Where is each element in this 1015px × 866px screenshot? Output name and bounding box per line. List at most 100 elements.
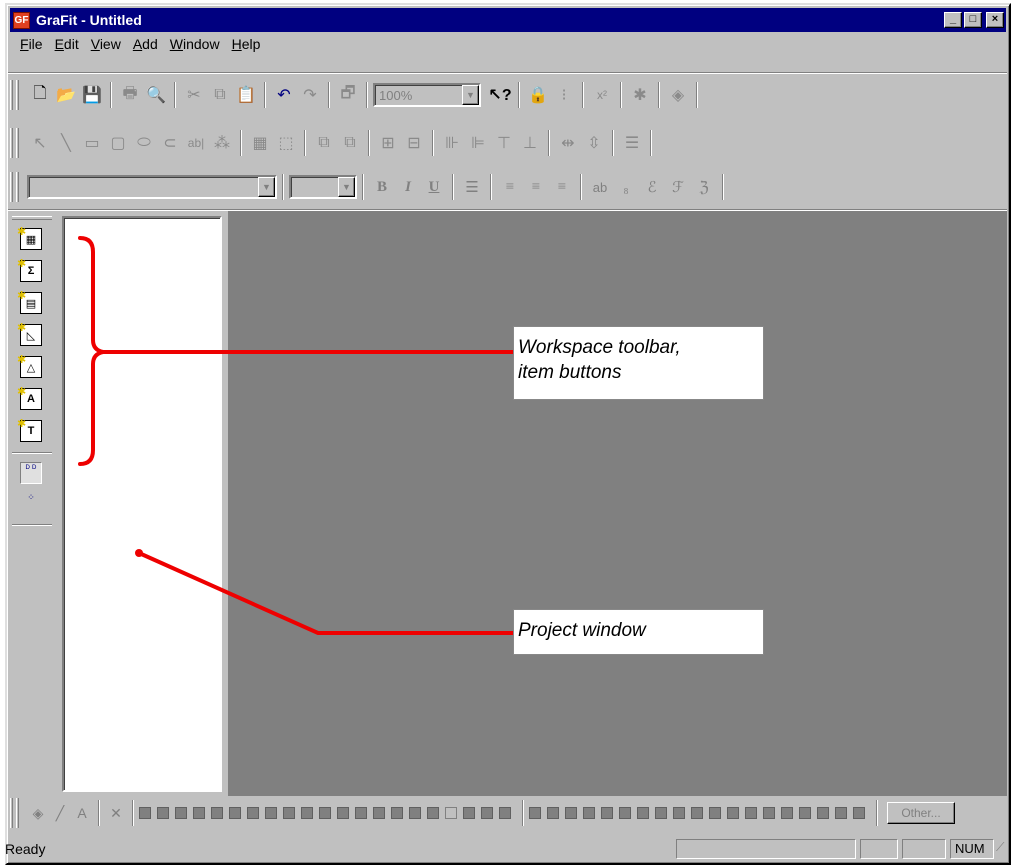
underline-button[interactable]: U — [421, 174, 447, 200]
mdi-client-area[interactable] — [228, 211, 1007, 796]
palette-grip[interactable] — [16, 798, 19, 828]
color-swatch[interactable] — [709, 807, 721, 819]
color-swatch[interactable] — [673, 807, 685, 819]
title-bar[interactable]: GF GraFit - Untitled _ □ × — [10, 8, 1006, 32]
open-icon[interactable]: 📂 — [53, 82, 79, 108]
frame-icon[interactable]: ⬚ — [273, 130, 299, 156]
properties-icon[interactable]: 🗗 — [335, 82, 361, 108]
maximize-button[interactable]: □ — [964, 12, 982, 28]
distribute-vertical-icon[interactable]: ⇳ — [581, 130, 607, 156]
chevron-down-icon[interactable]: ▼ — [338, 177, 355, 197]
minimize-button[interactable]: _ — [944, 12, 962, 28]
magic-icon[interactable]: ⁂ — [209, 130, 235, 156]
color-swatch[interactable] — [727, 807, 739, 819]
app-icon[interactable]: GF — [13, 11, 30, 29]
bring-front-icon[interactable]: ⧉ — [311, 130, 337, 156]
toolbar-grip[interactable] — [16, 80, 19, 110]
toolbar-grip[interactable] — [16, 128, 19, 158]
menu-help[interactable]: Help — [226, 36, 267, 52]
color-swatch[interactable] — [229, 807, 241, 819]
color-swatch[interactable] — [655, 807, 667, 819]
color-swatch[interactable] — [601, 807, 613, 819]
add-fit-icon[interactable]: ✱ △ — [17, 354, 42, 378]
color-swatch[interactable] — [835, 807, 847, 819]
align-left-icon[interactable]: ⊪ — [439, 130, 465, 156]
color-swatch[interactable] — [817, 807, 829, 819]
color-swatch[interactable] — [691, 807, 703, 819]
chevron-down-icon[interactable]: ▼ — [462, 85, 479, 105]
project-window[interactable] — [62, 216, 222, 792]
add-data-table-icon[interactable]: ✱ ▦ — [17, 226, 42, 250]
toolbar-grip[interactable] — [10, 128, 13, 158]
symbol-two-icon[interactable]: ℱ — [665, 174, 691, 200]
print-icon[interactable]: 🖶 — [117, 82, 143, 108]
add-graph-icon[interactable]: ✱ ◺ — [17, 322, 42, 346]
font-name-combo[interactable]: ▼ — [27, 175, 277, 199]
font-size-combo[interactable]: ▼ — [289, 175, 357, 199]
color-swatch[interactable] — [529, 807, 541, 819]
color-swatch[interactable] — [301, 807, 313, 819]
grid-icon[interactable]: ▦ — [247, 130, 273, 156]
context-help-icon[interactable]: ↖? — [487, 82, 513, 108]
ungroup-icon[interactable]: ⊟ — [401, 130, 427, 156]
color-swatch[interactable] — [175, 807, 187, 819]
sparkle-icon[interactable]: ✱ — [627, 82, 653, 108]
ab-icon[interactable]: ab — [587, 174, 613, 200]
color-swatch[interactable] — [355, 807, 367, 819]
color-swatch[interactable] — [745, 807, 757, 819]
italic-button[interactable]: I — [395, 174, 421, 200]
color-swatch[interactable] — [283, 807, 295, 819]
cut-icon[interactable]: ✂ — [181, 82, 207, 108]
menu-view[interactable]: View — [85, 36, 127, 52]
bold-button[interactable]: B — [369, 174, 395, 200]
layers-icon[interactable]: ◈ — [665, 82, 691, 108]
align-left-text-icon[interactable]: ≡ — [497, 174, 523, 200]
toolbar-grip[interactable] — [16, 172, 19, 202]
distribute-horizontal-icon[interactable]: ⇹ — [555, 130, 581, 156]
polygon-icon[interactable]: ⊂ — [157, 130, 183, 156]
align-bottom-icon[interactable]: ⊥ — [517, 130, 543, 156]
color-swatch[interactable] — [637, 807, 649, 819]
symbol-one-icon[interactable]: ℰ — [639, 174, 665, 200]
toolbar-grip[interactable] — [10, 172, 13, 202]
color-swatch[interactable] — [853, 807, 865, 819]
rectangle-icon[interactable]: ▭ — [79, 130, 105, 156]
color-swatch[interactable] — [409, 807, 421, 819]
group-icon[interactable]: ⊞ — [375, 130, 401, 156]
add-sigma-icon[interactable]: ✱ Σ — [17, 258, 42, 282]
number-format-icon[interactable]: ⁝ — [551, 82, 577, 108]
color-swatch[interactable] — [193, 807, 205, 819]
subscript-format-icon[interactable]: ₈ — [613, 174, 639, 200]
line-icon[interactable]: ╲ — [53, 130, 79, 156]
rounded-rectangle-icon[interactable]: ▢ — [105, 130, 131, 156]
lock-icon[interactable]: 🔒 — [525, 82, 551, 108]
toolbar-grip[interactable] — [10, 80, 13, 110]
color-swatch[interactable] — [445, 807, 457, 819]
workspace-toolbar-grip[interactable] — [12, 216, 52, 220]
menu-add[interactable]: Add — [127, 36, 164, 52]
color-swatch[interactable] — [319, 807, 331, 819]
color-swatch[interactable] — [565, 807, 577, 819]
color-swatch[interactable] — [391, 807, 403, 819]
fill-icon[interactable]: ◈ — [27, 802, 49, 824]
size-grip-icon[interactable]: ⟋ — [996, 840, 1012, 858]
color-swatch[interactable] — [583, 807, 595, 819]
color-swatch[interactable] — [481, 807, 493, 819]
add-results-icon[interactable]: ✱ ▤ — [17, 290, 42, 314]
color-swatch[interactable] — [265, 807, 277, 819]
copy-icon[interactable]: ⧉ — [207, 82, 233, 108]
color-swatch[interactable] — [463, 807, 475, 819]
ellipse-icon[interactable]: ⬭ — [131, 130, 157, 156]
save-icon[interactable]: 💾 — [79, 82, 105, 108]
color-swatch[interactable] — [139, 807, 151, 819]
color-swatch[interactable] — [547, 807, 559, 819]
redo-icon[interactable]: ↷ — [297, 82, 323, 108]
color-swatch[interactable] — [781, 807, 793, 819]
view-tree-icon[interactable]: ⁘ — [20, 492, 42, 514]
color-swatch[interactable] — [337, 807, 349, 819]
text-tool-icon[interactable]: ab| — [183, 130, 209, 156]
menu-file[interactable]: File — [14, 36, 49, 52]
align-right-text-icon[interactable]: ≡ — [549, 174, 575, 200]
send-back-icon[interactable]: ⧉ — [337, 130, 363, 156]
align-right-icon[interactable]: ⊫ — [465, 130, 491, 156]
